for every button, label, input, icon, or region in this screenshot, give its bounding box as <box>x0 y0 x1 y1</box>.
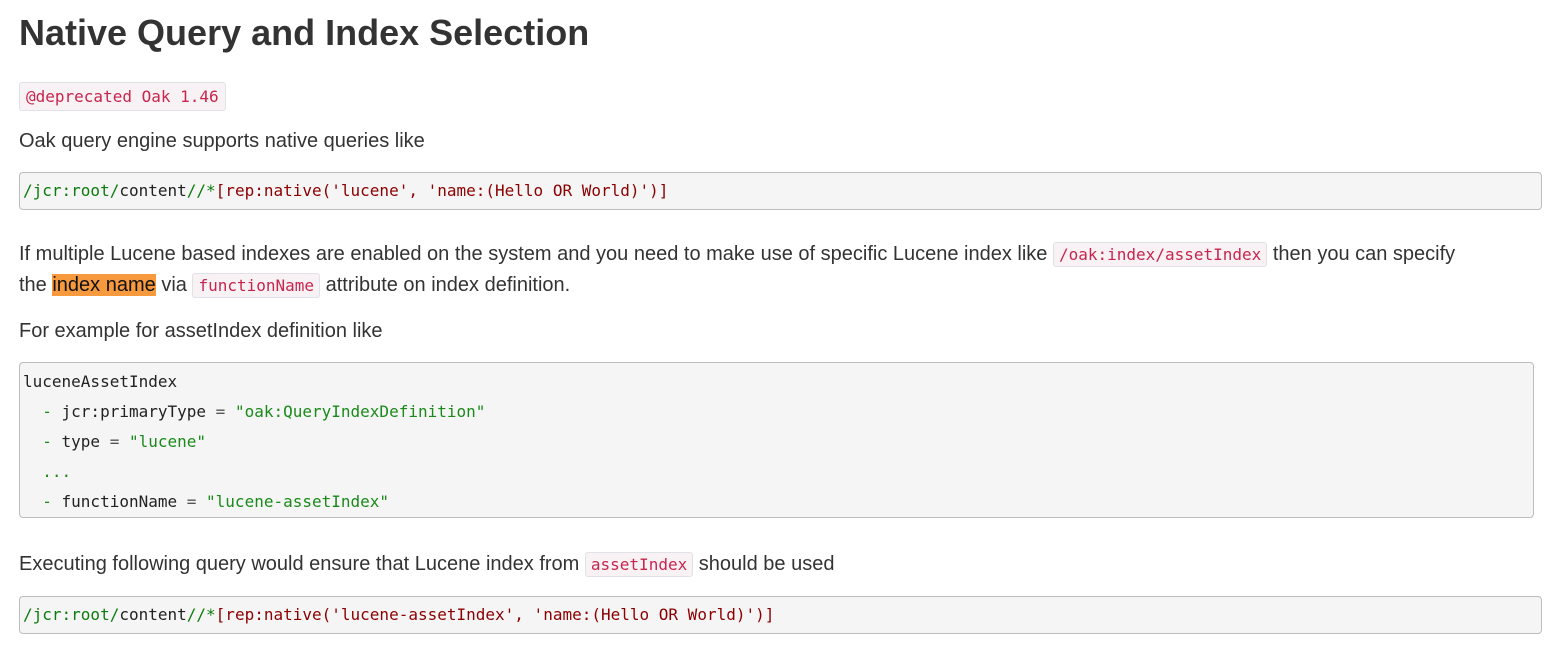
para2-part1: If multiple Lucene based indexes are ena… <box>19 243 1053 265</box>
definition-line-5: - functionName = "lucene-assetIndex" <box>23 487 1530 517</box>
definition-ellipsis: ... <box>23 462 72 481</box>
definition-value: "oak:QueryIndexDefinition" <box>234 402 486 421</box>
definition-dash: - <box>23 492 62 511</box>
query2-path-suffix: //* <box>186 605 216 624</box>
page-title: Native Query and Index Selection <box>19 12 590 53</box>
definition-line-3: - type = "lucene" <box>23 427 1530 457</box>
query-code-block-2: /jcr:root/content//*[rep:native('lucene-… <box>19 596 1542 634</box>
para3-part2: should be used <box>693 553 835 575</box>
definition-key: jcr:primaryType <box>61 402 207 421</box>
definition-line-2: - jcr:primaryType = "oak:QueryIndexDefin… <box>23 397 1530 427</box>
para2-line2-mid: via <box>155 274 193 296</box>
paragraph-index-line1: If multiple Lucene based indexes are ena… <box>19 239 1455 270</box>
definition-equals: = <box>206 402 235 421</box>
paragraph-execute: Executing following query would ensure t… <box>19 549 834 580</box>
code-index-path: /oak:index/assetIndex <box>1052 242 1268 267</box>
definition-value: "lucene-assetIndex" <box>206 492 390 511</box>
query2-path-prefix: /jcr:root/ <box>23 605 120 624</box>
para2-part2: then you can specify <box>1267 243 1456 265</box>
search-highlight: index name <box>52 274 156 296</box>
query1-path-suffix: //* <box>186 181 216 200</box>
definition-line-4: ... <box>23 457 1530 487</box>
definition-key: type <box>61 432 101 451</box>
deprecated-badge: @deprecated Oak 1.46 <box>19 82 226 111</box>
query2-predicate: [rep:native('lucene-assetIndex', 'name:(… <box>215 605 775 624</box>
para3-part1: Executing following query would ensure t… <box>19 553 585 575</box>
paragraph-index-line2: the index name via functionName attribut… <box>19 270 570 301</box>
example-intro-paragraph: For example for assetIndex definition li… <box>19 320 383 342</box>
definition-equals: = <box>177 492 207 511</box>
query1-path-prefix: /jcr:root/ <box>23 181 120 200</box>
query2-path-mid: content <box>119 605 187 624</box>
query1-path-mid: content <box>119 181 187 200</box>
definition-key: functionName <box>61 492 178 511</box>
definition-line-1: luceneAssetIndex <box>23 367 1530 397</box>
definition-root-name: luceneAssetIndex <box>23 372 178 391</box>
para2-line2-start: the <box>19 274 53 296</box>
definition-value: "lucene" <box>128 432 207 451</box>
definition-code-block: luceneAssetIndex - jcr:primaryType = "oa… <box>19 362 1534 518</box>
code-function-name: functionName <box>192 273 321 298</box>
query1-predicate: [rep:native('lucene', 'name:(Hello OR Wo… <box>215 181 669 200</box>
definition-dash: - <box>23 402 62 421</box>
intro-paragraph: Oak query engine supports native queries… <box>19 130 425 152</box>
query-code-block-1: /jcr:root/content//*[rep:native('lucene'… <box>19 172 1542 210</box>
definition-equals: = <box>100 432 129 451</box>
para2-line2-end: attribute on index definition. <box>320 274 571 296</box>
definition-dash: - <box>23 432 62 451</box>
code-asset-index: assetIndex <box>584 552 694 577</box>
